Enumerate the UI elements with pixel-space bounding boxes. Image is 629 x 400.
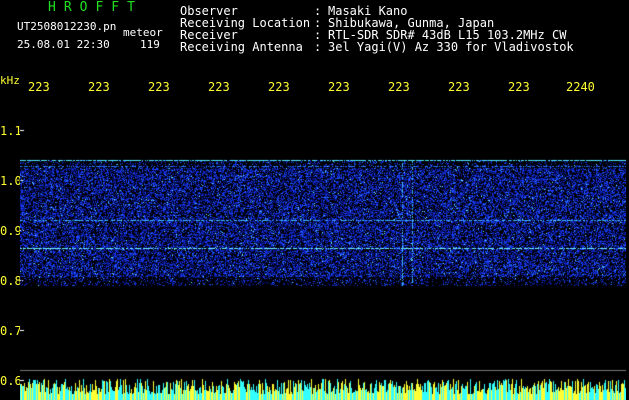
app-brand: HROFFT [48,0,143,15]
time-tick: 223 [388,80,410,94]
frequency-unit-label: kHz [0,74,20,87]
time-tick: 223 [28,80,50,94]
freq-tick: 0.6 [0,374,22,388]
time-tick: 223 [328,80,350,94]
freq-tick: 0.7 [0,324,22,338]
time-tick: 223 [448,80,470,94]
antenna-value: 3el Yagi(V) Az 330 for Vladivostok [328,40,574,54]
time-tick: 223 [268,80,290,94]
antenna-colon: : [314,40,322,54]
file-name: UT2508012230.pn [17,20,117,33]
time-tick: 2240 [566,80,595,94]
capture-datetime: 25.08.01 22:30 [17,38,110,51]
time-tick: 223 [508,80,530,94]
time-tick: 223 [208,80,230,94]
spectrogram-waterfall [20,98,626,400]
freq-tick: 1.1 [0,124,22,138]
freq-tick: 0.9 [0,224,22,238]
antenna-label: Receiving Antenna [180,40,303,54]
time-tick: 223 [148,80,170,94]
freq-tick: 0.8 [0,274,22,288]
meteor-count: 119 [140,38,160,51]
freq-tick: 1.0 [0,174,22,188]
time-tick: 223 [88,80,110,94]
